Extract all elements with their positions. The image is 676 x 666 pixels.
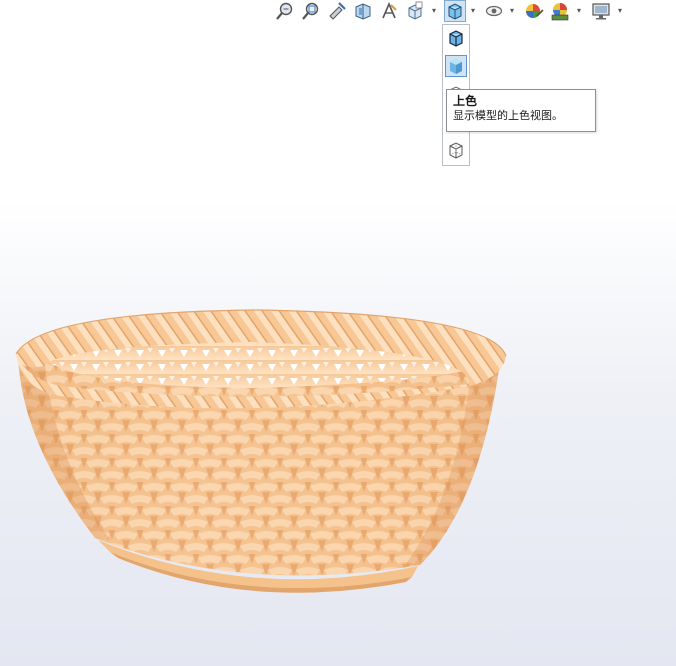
- view-settings-button[interactable]: [590, 0, 612, 22]
- shaded-option[interactable]: [445, 55, 467, 77]
- zoom-to-fit-icon: [276, 2, 293, 20]
- hide-show-dropdown[interactable]: ▾: [508, 4, 516, 16]
- dynamic-annotation-button[interactable]: [378, 0, 400, 22]
- edit-appearance-button[interactable]: [523, 0, 545, 22]
- view-settings-icon: [592, 3, 610, 20]
- zoom-to-area-button[interactable]: [300, 0, 322, 22]
- basket-model[interactable]: [0, 290, 676, 610]
- zoom-to-area-icon: [302, 2, 319, 20]
- shaded-with-edges-icon: [449, 30, 463, 47]
- apply-scene-icon: [551, 3, 569, 21]
- view-orientation-button[interactable]: [404, 0, 426, 22]
- wireframe-icon: [449, 142, 463, 159]
- graphics-area[interactable]: ▾ ▾ ▾ ▾ ▾ 上色 显示模型的上色视图。: [0, 0, 676, 666]
- wireframe-option[interactable]: [445, 139, 467, 161]
- hide-show-items-icon: [485, 5, 503, 17]
- zoom-to-fit-button[interactable]: [274, 0, 296, 22]
- heads-up-view-toolbar: ▾ ▾ ▾ ▾ ▾: [270, 0, 670, 24]
- section-view-button[interactable]: [352, 0, 374, 22]
- dynamic-annotation-icon: [382, 1, 397, 19]
- edit-appearance-icon: [526, 4, 544, 18]
- hide-show-items-button[interactable]: [483, 0, 505, 22]
- display-style-dropdown[interactable]: ▾: [469, 4, 477, 16]
- shaded-with-edges-option[interactable]: [445, 27, 467, 49]
- section-view-icon: [355, 3, 371, 20]
- tooltip: 上色 显示模型的上色视图。: [446, 89, 596, 132]
- view-settings-dropdown[interactable]: ▾: [616, 4, 624, 16]
- tooltip-title: 上色: [453, 94, 478, 108]
- display-style-icon: [448, 3, 462, 20]
- view-orientation-icon: [408, 1, 423, 20]
- tooltip-description: 显示模型的上色视图。: [453, 110, 563, 122]
- apply-scene-button[interactable]: [549, 0, 571, 22]
- apply-scene-dropdown[interactable]: ▾: [575, 4, 583, 16]
- previous-view-button[interactable]: [326, 0, 348, 22]
- display-style-button[interactable]: [444, 0, 466, 22]
- view-orientation-dropdown[interactable]: ▾: [430, 4, 438, 16]
- previous-view-icon: [329, 2, 346, 20]
- shaded-icon: [450, 59, 462, 74]
